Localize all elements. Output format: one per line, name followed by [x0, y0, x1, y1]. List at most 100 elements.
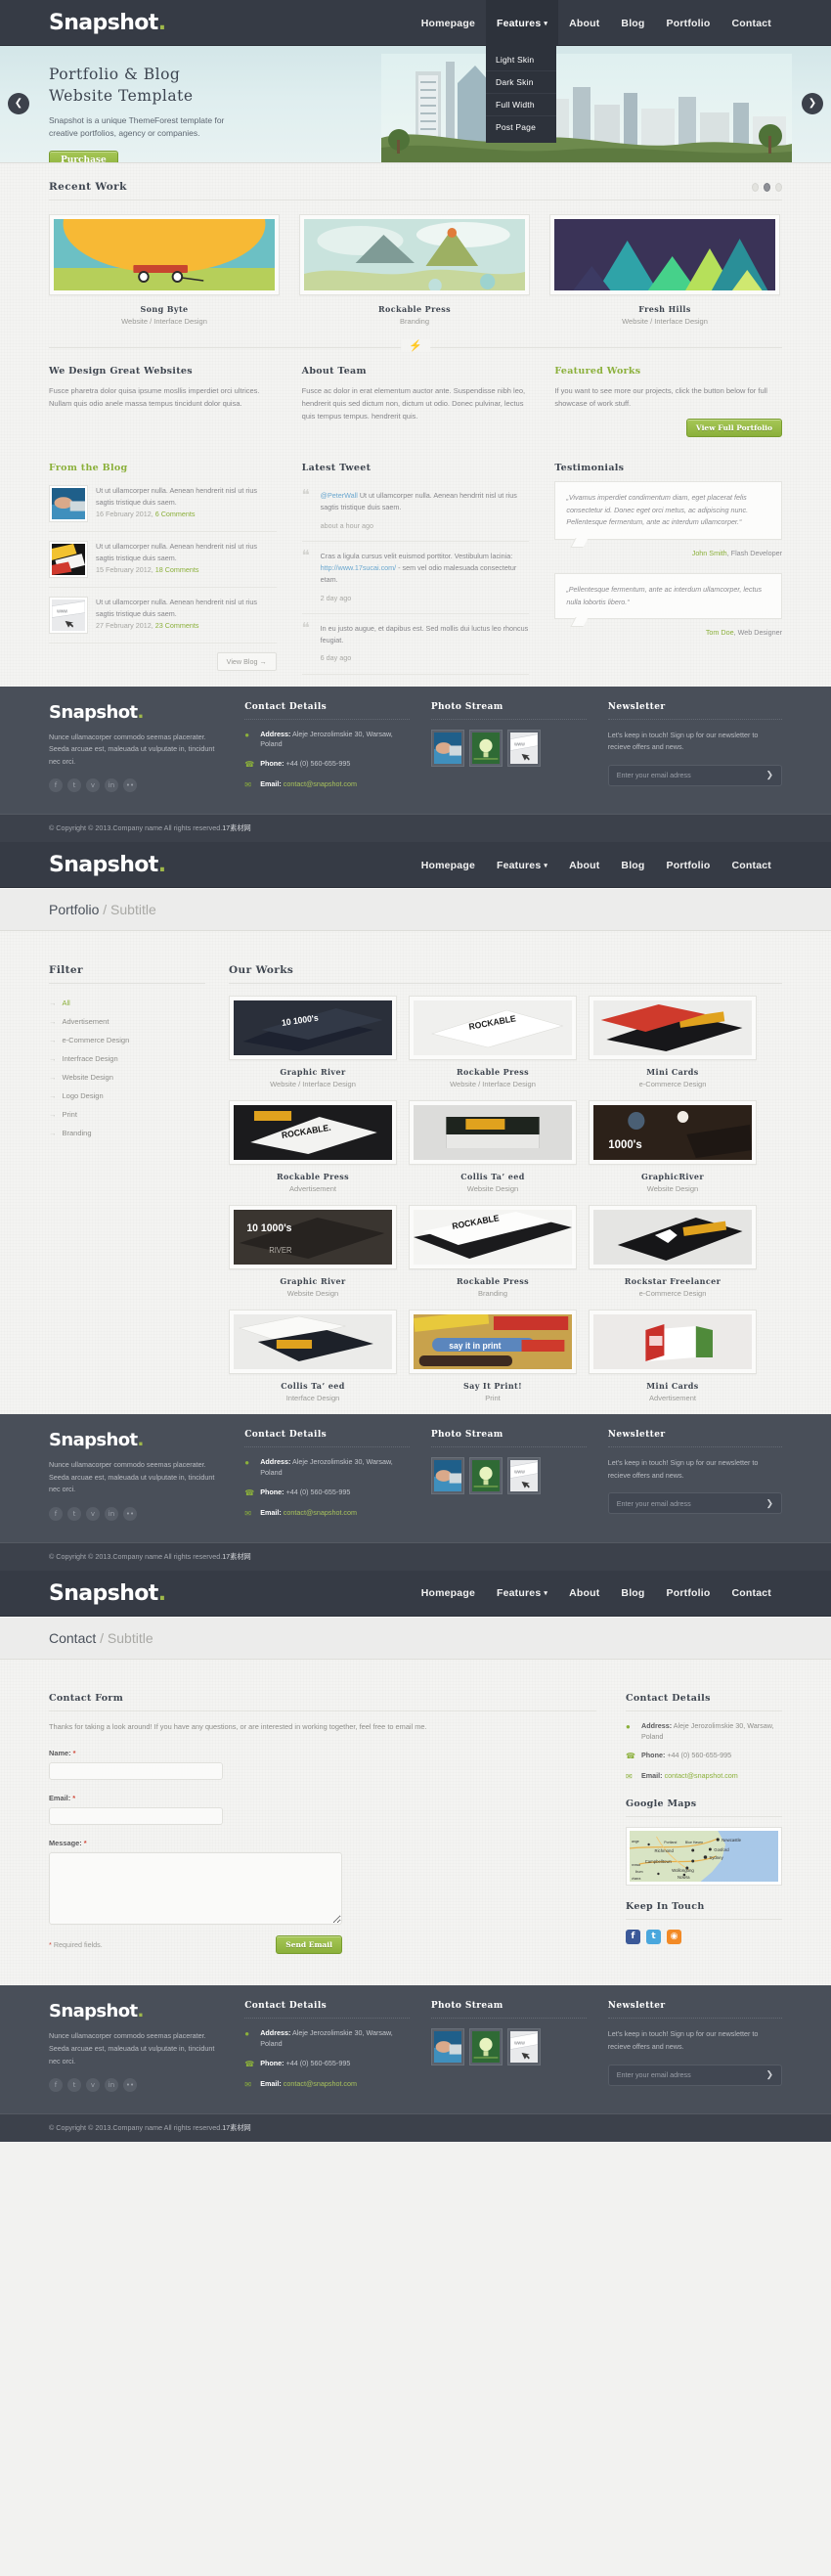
- portfolio-item[interactable]: say it in print Say It Print! Print: [409, 1310, 577, 1402]
- nav-item-about[interactable]: About: [558, 842, 610, 888]
- slider-prev-arrow[interactable]: ❮: [8, 93, 29, 114]
- more-icon[interactable]: ••: [123, 1506, 137, 1521]
- filter-item-all[interactable]: → All: [49, 994, 205, 1012]
- nav-link-features[interactable]: Features ▾: [486, 1580, 558, 1606]
- linkedin-icon[interactable]: in: [105, 778, 118, 793]
- vimeo-icon[interactable]: v: [86, 1506, 100, 1521]
- nav-link-features[interactable]: Features ▾: [486, 11, 558, 36]
- blog-item-comments[interactable]: 18 Comments: [155, 565, 199, 574]
- portfolio-thumbnail[interactable]: [589, 996, 757, 1061]
- nav-item-about[interactable]: About: [558, 0, 610, 46]
- photostream-item[interactable]: [468, 2028, 503, 2066]
- linkedin-icon[interactable]: in: [105, 1506, 118, 1521]
- nav-link-blog[interactable]: Blog: [610, 1580, 655, 1606]
- photostream-item[interactable]: [430, 2028, 464, 2066]
- photostream-item[interactable]: [468, 1457, 503, 1495]
- nav-link-about[interactable]: About: [558, 1580, 610, 1606]
- nav-link-portfolio[interactable]: Portfolio: [656, 853, 722, 878]
- email-value[interactable]: contact@snapshot.com: [284, 1508, 357, 1517]
- facebook-icon[interactable]: f: [626, 1930, 640, 1945]
- slider-next-arrow[interactable]: ❯: [802, 93, 823, 114]
- portfolio-item[interactable]: 10 1000's RIVER Graphic River Website Desi…: [229, 1205, 397, 1298]
- nav-link-blog[interactable]: Blog: [610, 11, 655, 36]
- portfolio-thumbnail[interactable]: 10 1000's RIVER: [229, 1205, 397, 1270]
- nav-link-contact[interactable]: Contact: [722, 853, 782, 878]
- portfolio-thumbnail[interactable]: [409, 1100, 577, 1166]
- nav-item-homepage[interactable]: Homepage: [411, 842, 486, 888]
- nav-link-contact[interactable]: Contact: [722, 11, 782, 36]
- vimeo-icon[interactable]: v: [86, 2078, 100, 2093]
- portfolio-thumbnail[interactable]: ROCKABLE: [409, 996, 577, 1061]
- photostream-item[interactable]: [430, 729, 464, 767]
- twitter-icon[interactable]: t: [67, 1506, 81, 1521]
- footer-logo[interactable]: Snapshot.: [49, 702, 223, 723]
- portfolio-thumbnail[interactable]: [589, 1205, 757, 1270]
- site-logo[interactable]: Snapshot.: [49, 1581, 166, 1606]
- dropdown-item-post-page[interactable]: Post Page: [486, 116, 556, 138]
- linkedin-icon[interactable]: in: [105, 2078, 118, 2093]
- rss-icon[interactable]: ◉: [667, 1930, 681, 1945]
- nav-item-blog[interactable]: Blog: [610, 1571, 655, 1617]
- slider-dot-3[interactable]: [775, 182, 782, 192]
- nav-item-portfolio[interactable]: Portfolio: [656, 0, 722, 46]
- email-value[interactable]: contact@snapshot.com: [284, 779, 357, 788]
- nav-item-blog[interactable]: Blog: [610, 0, 655, 46]
- dropdown-item-full-width[interactable]: Full Width: [485, 94, 556, 116]
- newsletter-input[interactable]: Enter your email adress ❯: [607, 2064, 782, 2086]
- tweet-link[interactable]: http://www.17sucai.com/: [321, 563, 397, 572]
- blog-list-item[interactable]: www Ut ut ullamcorper nulla. Aenean hend…: [49, 588, 277, 644]
- filter-item-logo[interactable]: → Logo Design: [49, 1087, 205, 1105]
- vimeo-icon[interactable]: v: [86, 778, 100, 793]
- portfolio-thumbnail[interactable]: 10 1000's: [229, 996, 397, 1061]
- portfolio-item[interactable]: 1000's GraphicRiver Website Design: [589, 1100, 757, 1193]
- nav-link-homepage[interactable]: Homepage: [411, 853, 486, 878]
- nav-item-portfolio[interactable]: Portfolio: [656, 842, 722, 888]
- footer-logo[interactable]: Snapshot.: [49, 1430, 223, 1450]
- dropdown-item-dark-skin[interactable]: Dark Skin: [485, 71, 556, 94]
- work-thumbnail[interactable]: [49, 214, 280, 295]
- blog-item-comments[interactable]: 6 Comments: [155, 510, 196, 518]
- newsletter-submit-icon[interactable]: ❯: [765, 2069, 773, 2080]
- portfolio-item[interactable]: Rockstar Freelancer e-Commerce Design: [589, 1205, 757, 1298]
- nav-link-about[interactable]: About: [558, 853, 610, 878]
- site-logo[interactable]: Snapshot.: [49, 853, 166, 877]
- blog-list-item[interactable]: Ut ut ullamcorper nulla. Aenean hendreri…: [49, 532, 277, 589]
- nav-link-portfolio[interactable]: Portfolio: [656, 1580, 722, 1606]
- purchase-button[interactable]: Purchase: [49, 151, 118, 162]
- portfolio-item[interactable]: 10 1000's Graphic River Website / Interfa…: [229, 996, 397, 1088]
- facebook-icon[interactable]: f: [49, 2078, 63, 2093]
- photostream-item[interactable]: www: [506, 2028, 541, 2066]
- nav-item-portfolio[interactable]: Portfolio: [656, 1571, 722, 1617]
- nav-item-features[interactable]: Features ▾: [486, 1571, 558, 1617]
- portfolio-item[interactable]: ROCKABLE Rockable Press Website / Interfa…: [409, 996, 577, 1088]
- nav-link-homepage[interactable]: Homepage: [411, 11, 486, 36]
- nav-item-contact[interactable]: Contact: [722, 842, 782, 888]
- nav-link-portfolio[interactable]: Portfolio: [656, 11, 722, 36]
- dropdown-item-light-skin[interactable]: Light Skin: [485, 49, 556, 71]
- slider-dot-2[interactable]: [764, 182, 770, 192]
- portfolio-thumbnail[interactable]: [229, 1310, 397, 1375]
- view-blog-button[interactable]: View Blog →: [216, 652, 277, 672]
- nav-item-homepage[interactable]: Homepage: [411, 0, 486, 46]
- nav-item-features[interactable]: Features ▾ Light Skin Dark Skin Full Widt…: [485, 0, 559, 143]
- email-value[interactable]: contact@snapshot.com: [284, 2079, 357, 2088]
- message-textarea[interactable]: [49, 1852, 342, 1926]
- portfolio-thumbnail[interactable]: 1000's: [589, 1100, 757, 1166]
- nav-link-homepage[interactable]: Homepage: [411, 1580, 486, 1606]
- tweet-handle[interactable]: @PeterWall: [321, 491, 358, 500]
- portfolio-item[interactable]: Mini Cards e-Commerce Design: [589, 996, 757, 1088]
- slider-dot-1[interactable]: [752, 182, 759, 192]
- portfolio-item[interactable]: ROCKABLE. Rockable Press Advertisement: [229, 1100, 397, 1193]
- filter-item-branding[interactable]: → Branding: [49, 1124, 205, 1142]
- nav-item-about[interactable]: About: [558, 1571, 610, 1617]
- newsletter-submit-icon[interactable]: ❯: [765, 770, 773, 780]
- nav-link-contact[interactable]: Contact: [722, 1580, 782, 1606]
- newsletter-submit-icon[interactable]: ❯: [765, 1498, 773, 1509]
- filter-item-advertisement[interactable]: → Advertisement: [49, 1012, 205, 1031]
- footer-logo[interactable]: Snapshot.: [49, 2001, 223, 2021]
- email-value[interactable]: contact@snapshot.com: [665, 1771, 738, 1780]
- twitter-icon[interactable]: t: [67, 778, 81, 793]
- view-full-portfolio-button[interactable]: View Full Portfolio: [685, 419, 783, 438]
- photostream-item[interactable]: www: [506, 1457, 541, 1495]
- nav-link-blog[interactable]: Blog: [610, 853, 655, 878]
